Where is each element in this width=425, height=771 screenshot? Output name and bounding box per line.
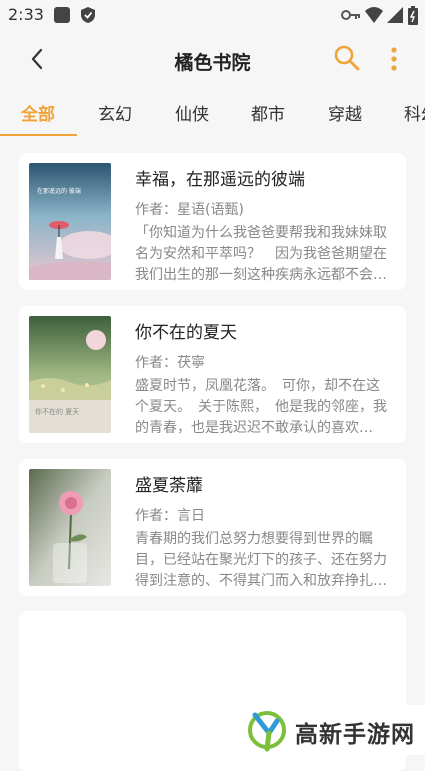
book-description: 「你知道为什么我爸爸要帮我和我妹妹取名为安然和平萃吗？ 因为我爸爸期望在我们出生…	[135, 225, 387, 283]
book-card[interactable]: 在那遥远的 彼端 幸福，在那遥远的彼端 作者：星语(语甄) 「你知道为什么我爸爸…	[19, 153, 406, 290]
more-options-icon[interactable]	[384, 44, 404, 74]
book-title: 幸福，在那遥远的彼端	[135, 170, 305, 190]
page-title: 橘色书院	[174, 52, 251, 74]
book-cover-image[interactable]: 在那遥远的 彼端	[29, 163, 111, 280]
book-cover-image[interactable]: 你不在的 夏天	[29, 316, 111, 433]
signal-icon	[387, 7, 403, 23]
status-bar: 2:33	[0, 0, 425, 30]
book-author: 作者：星语(语甄)	[135, 202, 244, 218]
search-icon[interactable]	[333, 44, 361, 72]
tab-xuanhuan[interactable]: 玄幻	[98, 100, 132, 125]
watermark-logo-icon	[248, 711, 286, 752]
tab-xianxia[interactable]: 仙侠	[175, 100, 209, 125]
book-title: 盛夏荼蘼	[135, 476, 203, 496]
tab-all[interactable]: 全部	[21, 100, 55, 125]
watermark-text: 高新手游网	[295, 722, 415, 748]
book-cover-image[interactable]	[29, 469, 111, 586]
cover-title-text: 在那遥远的 彼端	[37, 187, 81, 195]
notification-icon	[54, 7, 70, 23]
tab-dushi[interactable]: 都市	[251, 100, 285, 125]
book-card[interactable]: 你不在的 夏天 你不在的夏天 作者：茯寧 盛夏时节，凤凰花落。 可你，却不在这个…	[19, 306, 406, 443]
app-header: 橘色书院	[0, 30, 425, 88]
book-author: 作者：茯寧	[135, 355, 205, 371]
book-author: 作者：言日	[135, 508, 205, 524]
tab-kehuan[interactable]: 科幻	[404, 100, 425, 125]
battery-icon	[408, 6, 418, 25]
book-card[interactable]: 盛夏荼蘼 作者：言日 青春期的我们总努力想要得到世界的瞩目，已经站在聚光灯下的孩…	[19, 459, 406, 596]
shield-icon	[81, 7, 95, 23]
status-time: 2:33	[8, 5, 44, 24]
watermark: 高新手游网	[225, 705, 425, 755]
category-tabs: 全部 玄幻 仙侠 都市 穿越 科幻	[0, 88, 425, 136]
book-description: 青春期的我们总努力想要得到世界的瞩目，已经站在聚光灯下的孩子、还在努力得到注意的…	[135, 531, 387, 589]
tab-chuanyue[interactable]: 穿越	[328, 100, 362, 125]
key-icon	[341, 10, 360, 20]
wifi-icon	[365, 7, 383, 23]
book-description: 盛夏时节，凤凰花落。 可你，却不在这个夏天。 关于陈熙， 他是我的邻座，我的青春…	[135, 378, 387, 436]
cover-title-text: 你不在的 夏天	[35, 407, 79, 416]
book-title: 你不在的夏天	[135, 323, 237, 343]
active-tab-indicator	[0, 134, 77, 136]
